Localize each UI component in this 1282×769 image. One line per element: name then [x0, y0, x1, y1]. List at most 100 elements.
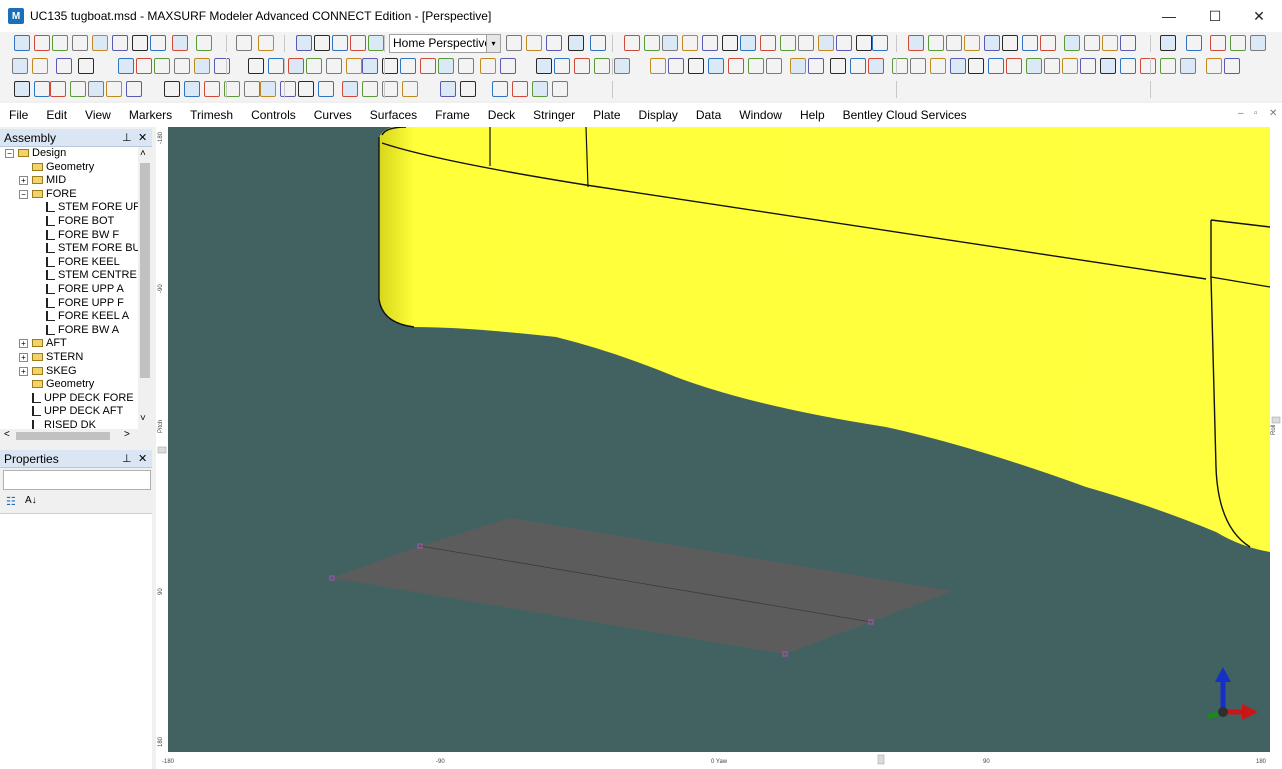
- scroll-up-icon[interactable]: ˄: [140, 148, 146, 159]
- toolbar-tool-icon[interactable]: [184, 81, 200, 97]
- toolbar-tool-icon[interactable]: [164, 81, 180, 97]
- toolbar-tool-icon[interactable]: [682, 35, 698, 51]
- toolbar-tool-icon[interactable]: [740, 35, 756, 51]
- menu-help[interactable]: Help: [791, 103, 834, 127]
- expand-icon[interactable]: +: [19, 353, 28, 362]
- menu-surfaces[interactable]: Surfaces: [361, 103, 426, 127]
- toolbar-tool-icon[interactable]: [1140, 58, 1156, 74]
- toolbar-tool-icon[interactable]: [174, 58, 190, 74]
- toolbar-tool-icon[interactable]: [552, 81, 568, 97]
- properties-close-button[interactable]: ✕: [138, 450, 147, 468]
- toolbar-tool-icon[interactable]: [362, 58, 378, 74]
- toolbar-tool-icon[interactable]: [318, 81, 334, 97]
- toolbar-tool-icon[interactable]: [930, 58, 946, 74]
- expand-icon[interactable]: +: [19, 339, 28, 349]
- toolbar-tool-icon[interactable]: [1186, 35, 1202, 51]
- toolbar-tool-icon[interactable]: [554, 58, 570, 74]
- view-select[interactable]: Home Perspective ▾: [389, 34, 501, 53]
- menu-frame[interactable]: Frame: [426, 103, 479, 127]
- menu-curves[interactable]: Curves: [305, 103, 361, 127]
- toolbar-tool-icon[interactable]: [780, 35, 796, 51]
- tree-item[interactable]: FORE KEEL A: [46, 310, 129, 324]
- toolbar-tool-icon[interactable]: [650, 58, 666, 74]
- toolbar-tool-icon[interactable]: [346, 58, 362, 74]
- toolbar-tool-icon[interactable]: [1102, 35, 1118, 51]
- toolbar-tool-icon[interactable]: [594, 58, 610, 74]
- toolbar-tool-icon[interactable]: [52, 35, 68, 51]
- toolbar-tool-icon[interactable]: [808, 58, 824, 74]
- toolbar-tool-icon[interactable]: [668, 58, 684, 74]
- toolbar-tool-icon[interactable]: [298, 81, 314, 97]
- toolbar-tool-icon[interactable]: [1080, 58, 1096, 74]
- chevron-down-icon[interactable]: ▾: [486, 35, 500, 52]
- toolbar-tool-icon[interactable]: [868, 58, 884, 74]
- toolbar-tool-icon[interactable]: [760, 35, 776, 51]
- toolbar-tool-icon[interactable]: [154, 58, 170, 74]
- menu-display[interactable]: Display: [630, 103, 687, 127]
- pin-icon[interactable]: ⊥: [122, 129, 132, 147]
- toolbar-tool-icon[interactable]: [574, 58, 590, 74]
- perspective-viewport[interactable]: -180 -90 Pitch 90 180 Roll -180 -90 0 Ya…: [156, 127, 1282, 769]
- toolbar-tool-icon[interactable]: [306, 58, 322, 74]
- toolbar-tool-icon[interactable]: [964, 35, 980, 51]
- toolbar-tool-icon[interactable]: [500, 58, 516, 74]
- tree-item[interactable]: FORE UPP F: [46, 297, 124, 311]
- toolbar-tool-icon[interactable]: [34, 81, 50, 97]
- toolbar-tool-icon[interactable]: [1084, 35, 1100, 51]
- toolbar-tool-icon[interactable]: [288, 58, 304, 74]
- toolbar-tool-icon[interactable]: [688, 58, 704, 74]
- menu-trimesh[interactable]: Trimesh: [181, 103, 242, 127]
- ruler-left-slider[interactable]: [157, 446, 167, 454]
- tree-item[interactable]: UPP DECK FORE: [32, 392, 134, 406]
- toolbar-tool-icon[interactable]: [872, 35, 888, 51]
- toolbar-tool-icon[interactable]: [1022, 35, 1038, 51]
- expand-icon[interactable]: +: [19, 176, 28, 186]
- scroll-right-icon[interactable]: >: [124, 429, 130, 440]
- toolbar-tool-icon[interactable]: [1120, 58, 1136, 74]
- toolbar-tool-icon[interactable]: [946, 35, 962, 51]
- toolbar-tool-icon[interactable]: [362, 81, 378, 97]
- ruler-right-slider[interactable]: [1271, 416, 1281, 424]
- tree-item[interactable]: FORE: [32, 188, 77, 202]
- toolbar-tool-icon[interactable]: [136, 58, 152, 74]
- toolbar-tool-icon[interactable]: [132, 35, 148, 51]
- toolbar-tool-icon[interactable]: [506, 35, 522, 51]
- toolbar-tool-icon[interactable]: [728, 58, 744, 74]
- toolbar-tool-icon[interactable]: [1180, 58, 1196, 74]
- toolbar-tool-icon[interactable]: [1044, 58, 1060, 74]
- toolbar-tool-icon[interactable]: [1224, 58, 1240, 74]
- menu-edit[interactable]: Edit: [37, 103, 76, 127]
- toolbar-tool-icon[interactable]: [458, 58, 474, 74]
- tree-item[interactable]: FORE BOT: [46, 215, 114, 229]
- menu-data[interactable]: Data: [687, 103, 730, 127]
- toolbar-tool-icon[interactable]: [892, 58, 908, 74]
- toolbar-tool-icon[interactable]: [644, 35, 660, 51]
- toolbar-tool-icon[interactable]: [1230, 35, 1246, 51]
- toolbar-tool-icon[interactable]: [1062, 58, 1078, 74]
- tree-item[interactable]: FORE BW A: [46, 324, 119, 338]
- menu-controls[interactable]: Controls: [242, 103, 305, 127]
- tree-item[interactable]: Geometry: [32, 161, 94, 175]
- tree-item[interactable]: FORE UPP A: [46, 283, 124, 297]
- toolbar-tool-icon[interactable]: [248, 58, 264, 74]
- toolbar-tool-icon[interactable]: [798, 35, 814, 51]
- toolbar-tool-icon[interactable]: [708, 58, 724, 74]
- toolbar-tool-icon[interactable]: [818, 35, 834, 51]
- toolbar-tool-icon[interactable]: [402, 81, 418, 97]
- tree-item[interactable]: Geometry: [32, 378, 94, 392]
- toolbar-tool-icon[interactable]: [400, 58, 416, 74]
- toolbar-tool-icon[interactable]: [910, 58, 926, 74]
- pin-icon[interactable]: ⊥: [122, 450, 132, 468]
- toolbar-tool-icon[interactable]: [614, 58, 630, 74]
- toolbar-tool-icon[interactable]: [244, 81, 260, 97]
- toolbar-tool-icon[interactable]: [908, 35, 924, 51]
- toolbar-tool-icon[interactable]: [194, 58, 210, 74]
- toolbar-tool-icon[interactable]: [78, 58, 94, 74]
- toolbar-tool-icon[interactable]: [1206, 58, 1222, 74]
- mdi-minimize-button[interactable]: –: [1238, 108, 1244, 119]
- toolbar-tool-icon[interactable]: [126, 81, 142, 97]
- toolbar-tool-icon[interactable]: [1002, 35, 1018, 51]
- toolbar-tool-icon[interactable]: [70, 81, 86, 97]
- toolbar-tool-icon[interactable]: [342, 81, 358, 97]
- toolbar-tool-icon[interactable]: [526, 35, 542, 51]
